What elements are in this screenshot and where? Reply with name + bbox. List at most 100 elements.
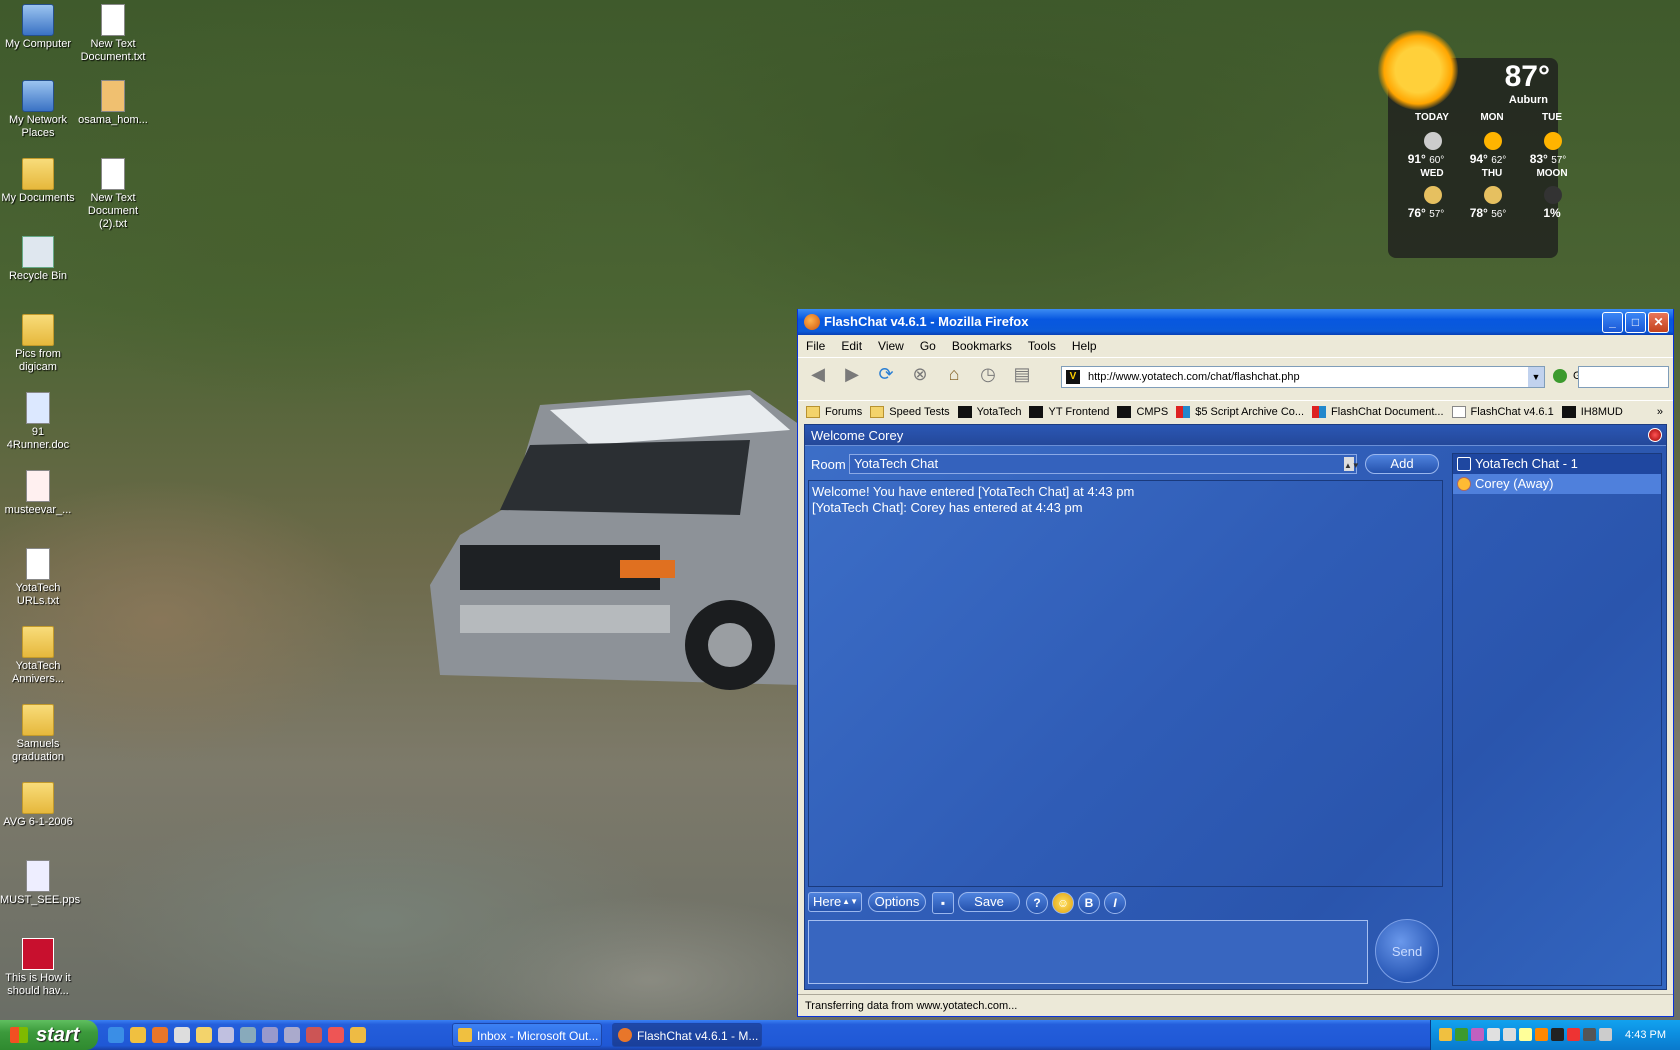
color-picker-icon[interactable]: ▪ — [932, 892, 954, 914]
back-arrow-icon[interactable]: ◀ — [806, 363, 830, 387]
taskbar-item-firefox[interactable]: FlashChat v4.6.1 - M... — [612, 1023, 762, 1047]
app-quicklaunch-icon[interactable] — [174, 1027, 190, 1043]
bookmark-yotatech[interactable]: YotaTech — [957, 405, 1021, 418]
italic-button[interactable]: I — [1104, 892, 1126, 914]
folder-icon — [22, 704, 54, 736]
outlook-quicklaunch-icon[interactable] — [130, 1027, 146, 1043]
window-titlebar[interactable]: FlashChat v4.6.1 - Mozilla Firefox _ □ ✕ — [798, 309, 1673, 335]
app-quicklaunch-icon[interactable] — [218, 1027, 234, 1043]
app-quicklaunch-icon[interactable] — [262, 1027, 278, 1043]
tray-icon[interactable] — [1519, 1028, 1532, 1041]
stop-icon[interactable]: ⊗ — [908, 363, 932, 387]
app-quicklaunch-icon[interactable] — [306, 1027, 322, 1043]
desktop-icon-pics-from-digicam[interactable]: Pics from digicam — [0, 314, 76, 374]
menu-go[interactable]: Go — [920, 339, 936, 353]
bookmarks-overflow-icon[interactable]: » — [1657, 406, 1663, 418]
bookmark-flashchat-docs[interactable]: FlashChat Document... — [1312, 405, 1444, 418]
room-select[interactable]: YotaTech Chat ▲▼ — [849, 454, 1360, 474]
app-quicklaunch-icon[interactable] — [240, 1027, 256, 1043]
site-icon — [1176, 405, 1191, 418]
room-label: Room — [811, 457, 846, 472]
home-icon[interactable]: ⌂ — [942, 363, 966, 387]
bookmark-flashchat[interactable]: FlashChat v4.6.1 — [1451, 405, 1554, 418]
weather-day-name: TUE — [1542, 112, 1562, 123]
close-button[interactable]: ✕ — [1648, 312, 1669, 333]
tray-icon[interactable] — [1471, 1028, 1484, 1041]
desktop-icon-new-text-document-2[interactable]: New Text Document (2).txt — [75, 158, 151, 231]
bookmark-script-archive[interactable]: $5 Script Archive Co... — [1176, 405, 1304, 418]
taskbar-clock[interactable]: 4:43 PM — [1625, 1020, 1666, 1050]
desktop-icon-avg[interactable]: AVG 6-1-2006 — [0, 782, 76, 829]
room-list-item[interactable]: YotaTech Chat - 1 — [1453, 454, 1661, 474]
send-button[interactable]: Send — [1375, 919, 1439, 983]
help-button[interactable]: ? — [1026, 892, 1048, 914]
volume-icon[interactable] — [1599, 1028, 1612, 1041]
logout-icon[interactable] — [1648, 428, 1662, 442]
history-icon[interactable]: ◷ — [976, 363, 1000, 387]
desktop-icon-musteevar[interactable]: musteevar_... — [0, 470, 76, 517]
tray-icon[interactable] — [1455, 1028, 1468, 1041]
url-bar[interactable]: V http://www.yotatech.com/chat/flashchat… — [1061, 366, 1545, 388]
forward-arrow-icon[interactable]: ▶ — [840, 363, 864, 387]
search-box[interactable] — [1578, 366, 1669, 388]
tray-icon[interactable] — [1567, 1028, 1580, 1041]
tray-icon[interactable] — [1551, 1028, 1564, 1041]
save-button[interactable]: Save — [958, 892, 1020, 912]
system-tray: 4:43 PM — [1430, 1020, 1680, 1050]
smiley-icon[interactable]: ☺ — [1052, 892, 1074, 914]
tray-icon[interactable] — [1583, 1028, 1596, 1041]
bookmark-ih8mud[interactable]: IH8MUD — [1561, 405, 1623, 418]
yotatech-icon — [957, 405, 972, 418]
desktop-icon-toyota-link[interactable]: This is How it should hav... — [0, 938, 76, 998]
app-quicklaunch-icon[interactable] — [328, 1027, 344, 1043]
desktop-icon-my-network-places[interactable]: My Network Places — [0, 80, 76, 140]
menu-file[interactable]: File — [806, 339, 825, 353]
menu-help[interactable]: Help — [1072, 339, 1097, 353]
bookmark-speed-tests[interactable]: Speed Tests — [870, 405, 950, 418]
url-dropdown-icon[interactable]: ▼ — [1528, 367, 1544, 387]
options-button[interactable]: Options — [868, 892, 926, 912]
start-button[interactable]: start — [0, 1020, 98, 1050]
app-quicklaunch-icon[interactable] — [284, 1027, 300, 1043]
message-input[interactable] — [808, 920, 1368, 984]
status-select[interactable]: Here ▲▼ — [808, 892, 862, 912]
app-quicklaunch-icon[interactable] — [350, 1027, 366, 1043]
bookmark-cmps[interactable]: CMPS — [1117, 405, 1168, 418]
desktop-icon-new-text-document[interactable]: New Text Document.txt — [75, 4, 151, 64]
minimize-button[interactable]: _ — [1602, 312, 1623, 333]
print-icon[interactable]: ▤ — [1010, 363, 1034, 387]
desktop-icon-4runner-doc[interactable]: 91 4Runner.doc — [0, 392, 76, 452]
firefox-window[interactable]: FlashChat v4.6.1 - Mozilla Firefox _ □ ✕… — [797, 309, 1674, 1017]
weather-gadget[interactable]: 87° Auburn TODAY MON TUE 91° 60° 94° 62°… — [1378, 30, 1568, 258]
bookmark-forums[interactable]: Forums — [806, 405, 862, 418]
desktop-icon-my-documents[interactable]: My Documents — [0, 158, 76, 205]
flashchat-app: Welcome Corey Room YotaTech Chat ▲▼ Add … — [804, 424, 1667, 990]
menu-tools[interactable]: Tools — [1028, 339, 1056, 353]
desktop-icon-yotatech-annivers[interactable]: YotaTech Annivers... — [0, 626, 76, 686]
menu-edit[interactable]: Edit — [841, 339, 862, 353]
archive-icon — [101, 80, 125, 112]
folder-quicklaunch-icon[interactable] — [196, 1027, 212, 1043]
firefox-quicklaunch-icon[interactable] — [152, 1027, 168, 1043]
desktop-icon-must-see[interactable]: MUST_SEE.pps — [0, 860, 80, 907]
ie-quicklaunch-icon[interactable] — [108, 1027, 124, 1043]
tray-icon[interactable] — [1439, 1028, 1452, 1041]
maximize-button[interactable]: □ — [1625, 312, 1646, 333]
taskbar-item-outlook[interactable]: Inbox - Microsoft Out... — [452, 1023, 602, 1047]
menu-bookmarks[interactable]: Bookmarks — [952, 339, 1012, 353]
reload-icon[interactable]: ⟳ — [874, 363, 898, 387]
desktop-icon-my-computer[interactable]: My Computer — [0, 4, 76, 51]
tray-icon[interactable] — [1503, 1028, 1516, 1041]
bold-button[interactable]: B — [1078, 892, 1100, 914]
desktop-icon-osama[interactable]: osama_hom... — [75, 80, 151, 127]
message-log: Welcome! You have entered [YotaTech Chat… — [808, 480, 1443, 887]
desktop-icon-recycle-bin[interactable]: Recycle Bin — [0, 236, 76, 283]
tray-icon[interactable] — [1535, 1028, 1548, 1041]
desktop-icon-yotatech-urls[interactable]: YotaTech URLs.txt — [0, 548, 76, 608]
desktop-icon-samuels-graduation[interactable]: Samuels graduation — [0, 704, 76, 764]
add-room-button[interactable]: Add — [1365, 454, 1439, 474]
tray-icon[interactable] — [1487, 1028, 1500, 1041]
menu-view[interactable]: View — [878, 339, 904, 353]
user-list-item[interactable]: Corey (Away) — [1453, 474, 1661, 494]
bookmark-yt-frontend[interactable]: YT Frontend — [1029, 405, 1109, 418]
